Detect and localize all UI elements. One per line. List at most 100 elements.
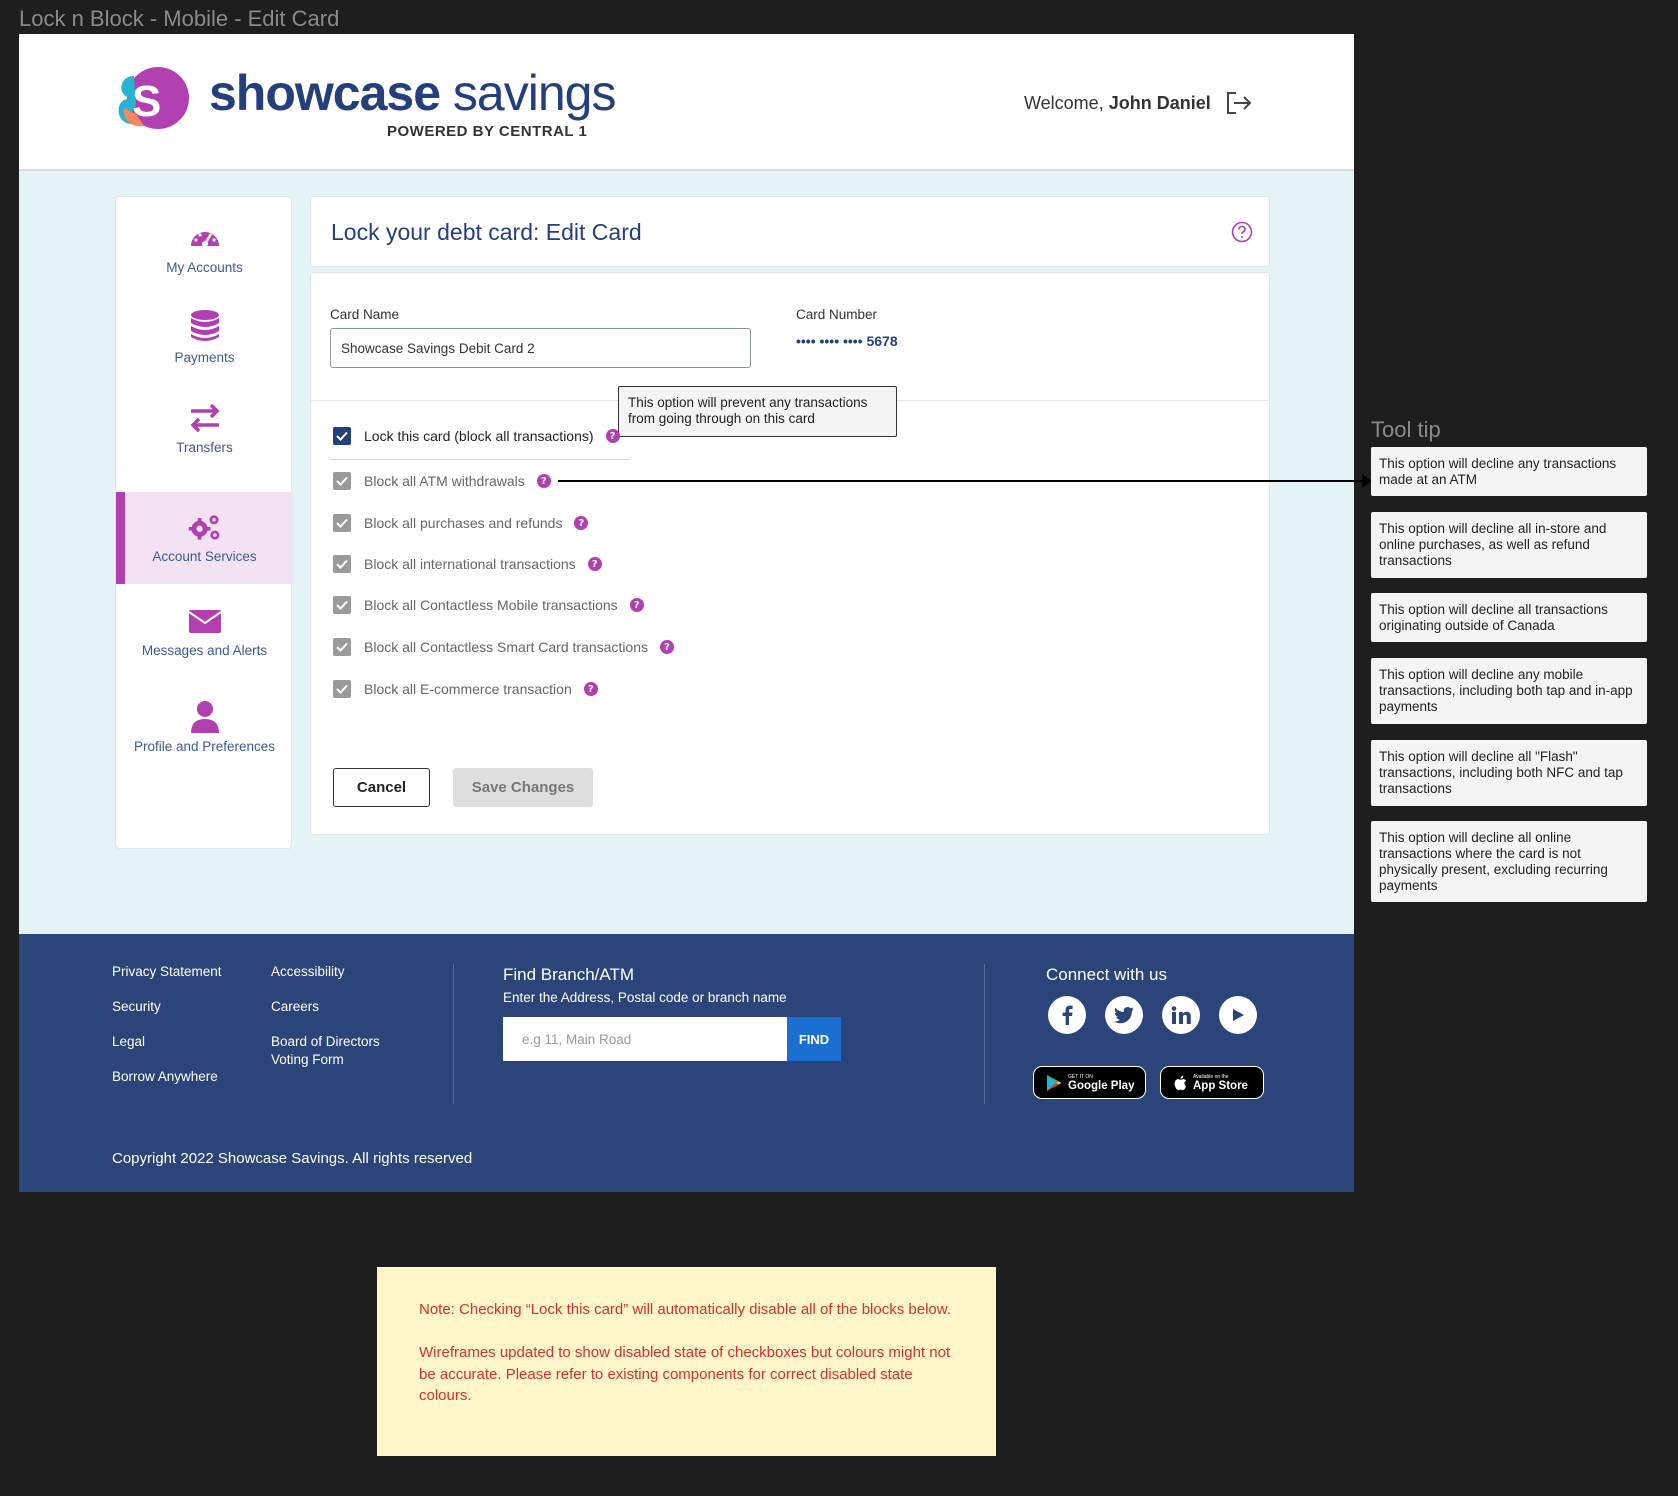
note-line: Wireframes updated to show disabled stat…: [419, 1344, 951, 1404]
option-label: Block all ATM withdrawals: [364, 473, 525, 489]
apple-icon: [1174, 1075, 1187, 1090]
tooltip-contactless-smart-card: This option will decline all "Flash" tra…: [1371, 740, 1647, 806]
lock-tooltip: This option will prevent any transaction…: [618, 386, 897, 437]
lock-card-checkbox[interactable]: [333, 427, 351, 445]
user-icon: [190, 701, 219, 733]
youtube-icon[interactable]: [1219, 996, 1257, 1034]
brand-name: showcase savings: [209, 65, 616, 121]
twitter-icon[interactable]: [1105, 996, 1143, 1034]
checkmark-icon: [336, 684, 348, 694]
footer-link-careers[interactable]: Careers: [271, 998, 319, 1016]
sidebar-item-messages-and-alerts[interactable]: Messages and Alerts: [116, 597, 293, 693]
footer-link-privacy[interactable]: Privacy Statement: [112, 963, 222, 981]
google-play-name: Google Play: [1068, 1079, 1135, 1092]
page-title: Lock your debt card: Edit Card: [331, 219, 642, 245]
block-purchases-checkbox[interactable]: [333, 514, 351, 532]
block-ecommerce-option[interactable]: Block all E-commerce transaction ?: [333, 679, 598, 699]
tooltip-contactless-mobile: This option will decline any mobile tran…: [1371, 658, 1647, 724]
sidebar-item-label: Profile and Preferences: [133, 739, 276, 754]
block-international-checkbox[interactable]: [333, 555, 351, 573]
block-atm-checkbox[interactable]: [333, 472, 351, 490]
checkmark-icon: [336, 476, 348, 486]
google-play-icon: [1047, 1074, 1062, 1091]
question-icon[interactable]: ?: [583, 682, 598, 696]
sidebar-item-label: Messages and Alerts: [141, 643, 268, 658]
block-purchases-option[interactable]: Block all purchases and refunds ?: [333, 513, 589, 533]
footer-link-accessibility[interactable]: Accessibility: [271, 963, 345, 981]
page-title-card: Lock your debt card: Edit Card: [310, 196, 1270, 267]
help-icon[interactable]: [1231, 221, 1253, 243]
block-contactless-smart-card-checkbox[interactable]: [333, 638, 351, 656]
find-branch-title: Find Branch/ATM: [503, 965, 635, 984]
arrows-transfer-icon: [190, 403, 219, 433]
sidebar-item-label: My Accounts: [166, 260, 243, 275]
question-icon[interactable]: ?: [605, 429, 620, 443]
footer-link-borrow-anywhere[interactable]: Borrow Anywhere: [112, 1068, 218, 1086]
question-icon[interactable]: ?: [629, 598, 644, 612]
svg-text:S: S: [132, 77, 161, 126]
footer-link-security[interactable]: Security: [112, 998, 161, 1016]
app-store-badge[interactable]: Available on the App Store: [1160, 1066, 1264, 1099]
question-icon[interactable]: ?: [536, 474, 551, 488]
envelope-icon: [187, 610, 222, 633]
tooltip-purchases: This option will decline all in-store an…: [1371, 512, 1647, 578]
cancel-button[interactable]: Cancel: [333, 768, 430, 807]
dashboard-gauge-icon: [190, 232, 219, 247]
sidebar-item-label: Payments: [174, 350, 235, 365]
footer-link-legal[interactable]: Legal: [112, 1033, 145, 1051]
tooltip-heading: Tool tip: [1371, 417, 1441, 442]
sidebar-item-payments[interactable]: Payments: [116, 309, 293, 405]
find-button[interactable]: FIND: [787, 1017, 841, 1061]
checkmark-icon: [336, 559, 348, 569]
app-store-name: App Store: [1193, 1079, 1248, 1092]
card-name-label: Card Name: [330, 307, 400, 322]
welcome-text: Welcome, John Daniel: [1024, 93, 1211, 113]
checkmark-icon: [336, 518, 348, 528]
block-ecommerce-checkbox[interactable]: [333, 680, 351, 698]
coins-icon: [190, 310, 219, 341]
option-label: Block all international transactions: [364, 556, 576, 572]
google-play-badge[interactable]: GET IT ON Google Play: [1033, 1066, 1146, 1099]
option-label: Block all Contactless Smart Card transac…: [364, 639, 648, 655]
find-branch-input[interactable]: [503, 1017, 787, 1061]
option-label: Block all E-commerce transaction: [364, 681, 572, 697]
sidebar-item-profile-and-preferences[interactable]: Profile and Preferences: [116, 692, 293, 788]
save-changes-button[interactable]: Save Changes: [453, 768, 593, 807]
block-contactless-mobile-option[interactable]: Block all Contactless Mobile transaction…: [333, 595, 644, 615]
footer-divider: [984, 964, 985, 1104]
logout-icon[interactable]: [1225, 90, 1253, 116]
option-label: Block all purchases and refunds: [364, 515, 563, 531]
sidebar-item-transfers[interactable]: Transfers: [116, 399, 293, 495]
card-name-input[interactable]: [330, 328, 751, 368]
lock-card-option[interactable]: Lock this card (block all transactions) …: [333, 426, 620, 446]
site-header: S showcase savings POWERED BY CENTRAL 1 …: [19, 34, 1354, 171]
frame-title: Lock n Block - Mobile - Edit Card: [19, 6, 340, 31]
block-atm-option[interactable]: Block all ATM withdrawals ?: [333, 471, 551, 491]
checkmark-icon: [336, 431, 348, 441]
question-icon[interactable]: ?: [587, 557, 602, 571]
checkmark-icon: [336, 642, 348, 652]
sidebar-item-label: Account Services: [152, 549, 257, 564]
user-name: John Daniel: [1108, 93, 1211, 113]
facebook-icon[interactable]: [1048, 996, 1086, 1034]
copyright-text: Copyright 2022 Showcase Savings. All rig…: [112, 1150, 473, 1167]
connect-title: Connect with us: [1046, 965, 1167, 984]
tooltip-atm: This option will decline any transaction…: [1371, 447, 1647, 496]
gears-icon: [188, 515, 219, 540]
sidebar-item-my-accounts[interactable]: My Accounts: [116, 217, 293, 313]
linkedin-icon[interactable]: [1162, 996, 1200, 1034]
block-contactless-mobile-checkbox[interactable]: [333, 596, 351, 614]
block-contactless-smart-card-option[interactable]: Block all Contactless Smart Card transac…: [333, 637, 674, 657]
question-icon[interactable]: ?: [660, 640, 674, 654]
lock-card-label: Lock this card (block all transactions): [364, 428, 594, 444]
sidebar-item-account-services[interactable]: Account Services: [116, 492, 293, 584]
footer-link-board-voting[interactable]: Board of Directors Voting Form: [271, 1033, 391, 1069]
sidebar-nav: My Accounts Payments Transfers Account S…: [115, 196, 293, 849]
question-icon[interactable]: ?: [574, 516, 589, 530]
app-frame: S showcase savings POWERED BY CENTRAL 1 …: [19, 34, 1354, 1192]
design-note: Note: Checking “Lock this card” will aut…: [377, 1267, 996, 1456]
block-international-option[interactable]: Block all international transactions ?: [333, 554, 602, 574]
option-label: Block all Contactless Mobile transaction…: [364, 597, 618, 613]
checkmark-icon: [336, 600, 348, 610]
tooltip-international: This option will decline all transaction…: [1371, 593, 1647, 642]
